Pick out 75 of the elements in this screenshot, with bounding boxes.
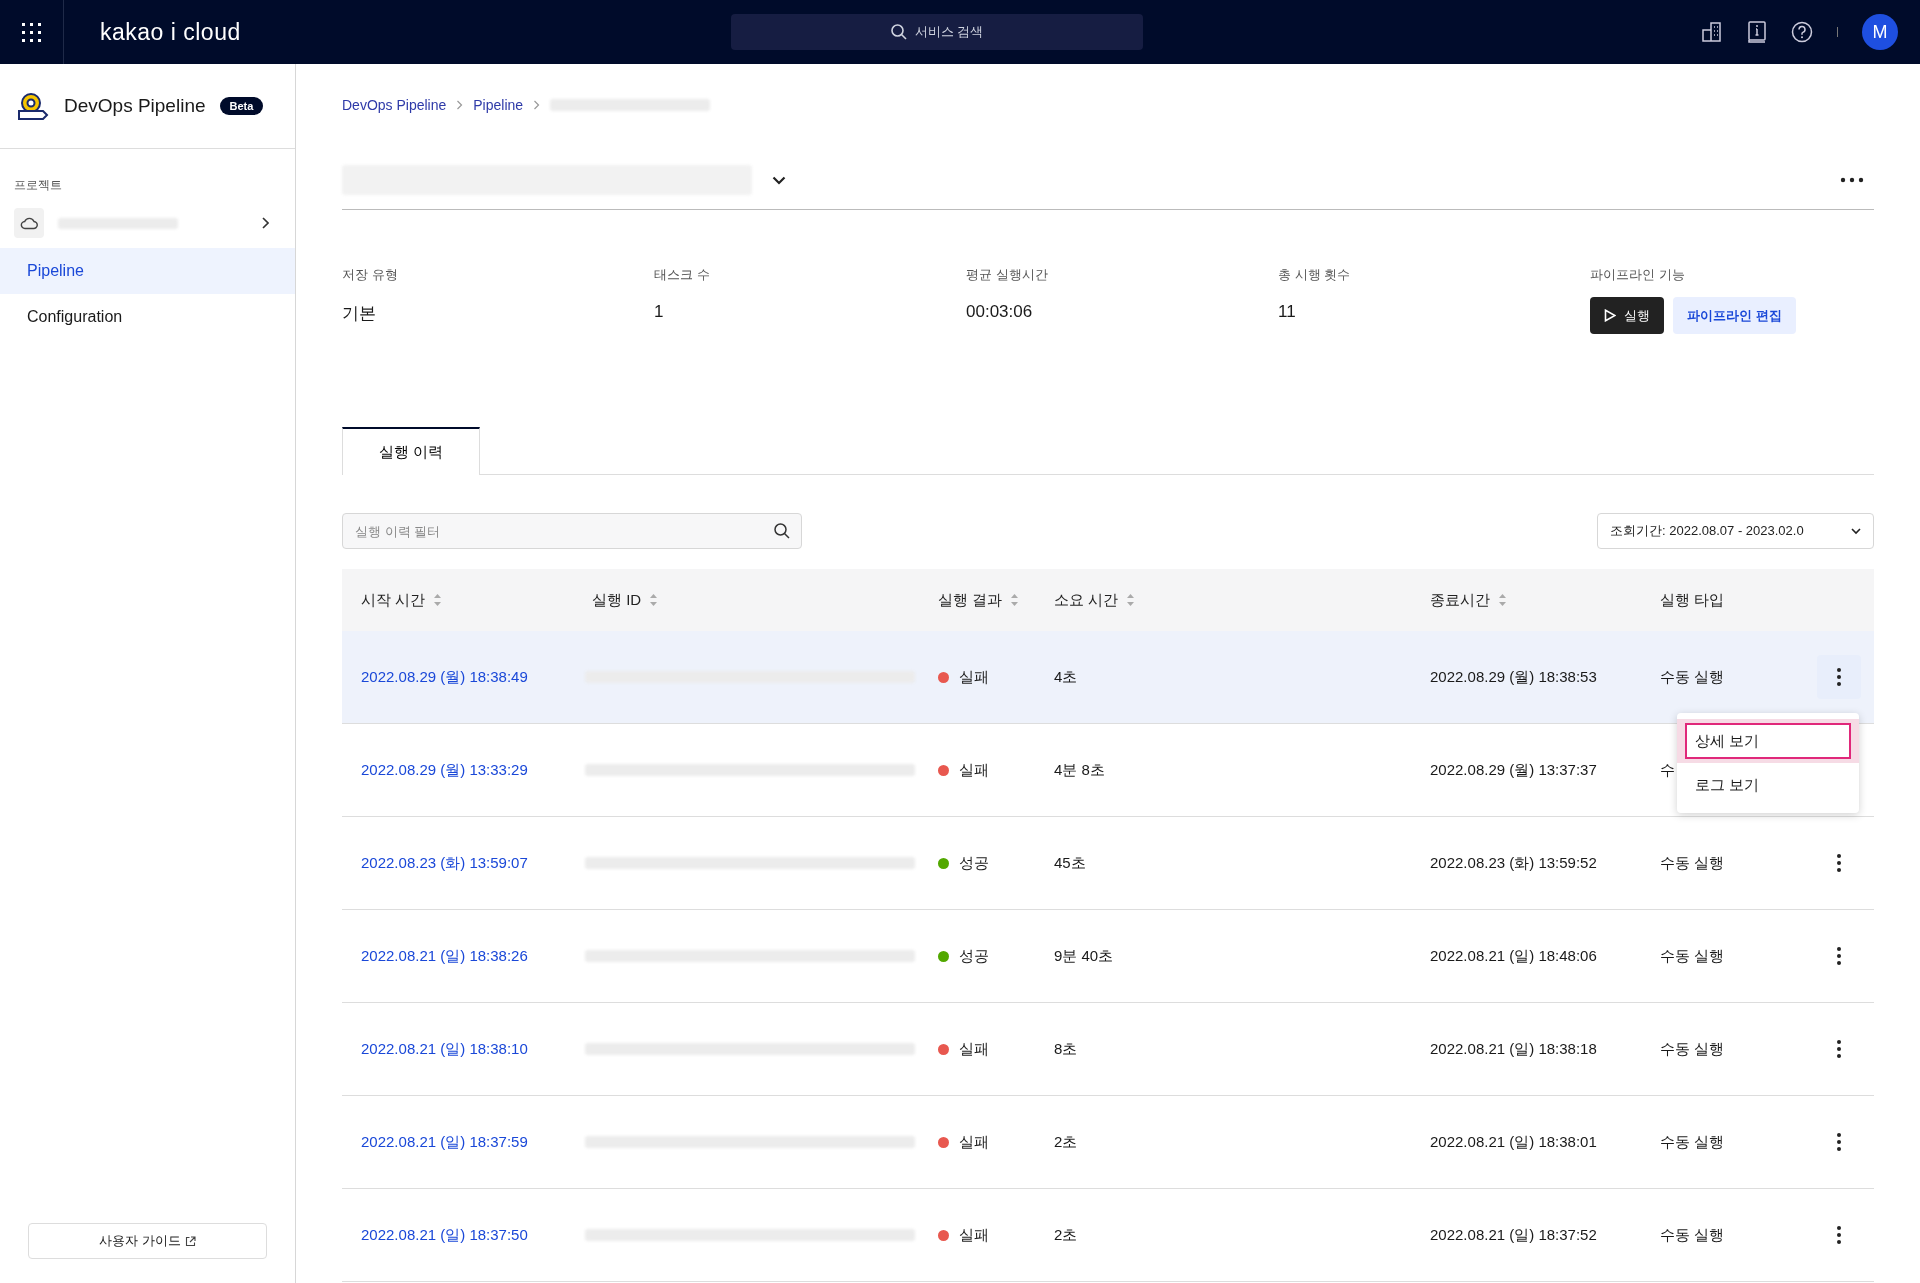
run-button[interactable]: 실행 — [1590, 297, 1664, 334]
result-text: 실패 — [959, 760, 989, 780]
sidebar-item[interactable]: Pipeline — [0, 248, 295, 294]
column-header: 종료시간 — [1430, 590, 1490, 610]
table-row[interactable]: 2022.08.21 (일) 18:38:26 성공 9분 40초 2022.08.21 (일) 18:48:06 수동 실행 — [342, 910, 1874, 1003]
table-cell: 수동 실행 — [1660, 1039, 1725, 1059]
stat-label: 파이프라인 기능 — [1590, 266, 1686, 284]
table-cell-text: 2초 — [1053, 1225, 1079, 1245]
table-cell: 수 — [1660, 760, 1675, 780]
start-time-link[interactable]: 2022.08.21 (일) 18:37:59 — [342, 1132, 573, 1152]
breadcrumb-link[interactable]: DevOps Pipeline — [342, 97, 447, 113]
table-row[interactable]: 2022.08.23 (화) 13:59:07 성공 45초 2022.08.23 (화) 13:59:52 수동 실행 — [342, 817, 1874, 910]
start-time-link[interactable]: 2022.08.23 (화) 13:59:07 — [342, 853, 573, 873]
stat-label: 평균 실행시간 — [966, 266, 1049, 284]
table-cell-text: 2초 — [1053, 1132, 1079, 1152]
result-text: 성공 — [959, 946, 989, 966]
stat-label: 태스크 수 — [654, 266, 711, 284]
table-cell: 수동 실행 — [1660, 1132, 1725, 1152]
start-time-link[interactable]: 2022.08.29 (월) 18:38:49 — [342, 667, 573, 687]
table-cell: 수동 실행 — [1660, 1225, 1725, 1245]
table-cell: 수동 실행 — [1660, 853, 1725, 873]
table-cell-text: 2022.08.21 (일) 18:37:52 — [1429, 1225, 1598, 1245]
column-header: 시작 시간 — [361, 590, 426, 610]
table-cell-text: 8초 — [1053, 1039, 1079, 1059]
column-header: 실행 타입 — [1660, 590, 1725, 610]
column-header: 실행 ID — [592, 590, 642, 610]
result-text: 성공 — [959, 853, 989, 873]
logo[interactable]: kakao i cloud — [100, 18, 241, 46]
start-time-link[interactable]: 2022.08.21 (일) 18:38:26 — [342, 946, 573, 966]
table-cell-text: 2022.08.21 (일) 18:38:18 — [1429, 1039, 1598, 1059]
table-row[interactable]: 2022.08.21 (일) 18:38:10 실패 8초 2022.08.21 (일) 18:38:18 수동 실행 — [342, 1003, 1874, 1096]
table-cell-text: 4분 8초 — [1053, 760, 1106, 780]
section-label: 프로젝트 — [14, 177, 63, 194]
user-avatar[interactable]: M — [1862, 14, 1898, 50]
user-guide-button[interactable]: 사용자 가이드 — [28, 1223, 267, 1259]
table-row[interactable]: 2022.08.21 (일) 18:37:50 실패 2초 2022.08.21 (일) 18:37:52 수동 실행 — [342, 1189, 1874, 1282]
result-text: 실패 — [959, 667, 989, 687]
stat-value: 1 — [654, 302, 665, 322]
table-cell-text: 2022.08.23 (화) 13:59:52 — [1429, 853, 1598, 873]
result-text: 실패 — [959, 1039, 989, 1059]
sidebar-item[interactable]: Configuration — [0, 294, 295, 340]
menu-item[interactable]: 상세 보기 — [1685, 723, 1851, 759]
service-title: DevOps Pipeline — [64, 95, 206, 117]
stat-value: 기본 — [342, 303, 377, 325]
breadcrumb-link[interactable]: Pipeline — [473, 97, 524, 113]
table-row[interactable]: 2022.08.21 (일) 18:37:59 실패 2초 2022.08.21 (일) 18:38:01 수동 실행 — [342, 1096, 1874, 1189]
table-cell: 수동 실행 — [1660, 667, 1725, 687]
table-cell: 수동 실행 — [1660, 946, 1725, 966]
start-time-link[interactable]: 2022.08.21 (일) 18:38:10 — [342, 1039, 573, 1059]
search-placeholder: 서비스 검색 — [914, 23, 984, 41]
stat-value: 11 — [1278, 302, 1297, 322]
result-text: 실패 — [959, 1225, 989, 1245]
period-dropdown[interactable]: 조회기간: 2022.08.07 - 2023.02.0 — [1597, 513, 1874, 549]
start-time-link[interactable]: 2022.08.29 (월) 13:33:29 — [342, 760, 573, 780]
stat-value: 00:03:06 — [966, 302, 1034, 322]
table-cell-text: 45초 — [1053, 853, 1087, 873]
table-row[interactable]: 2022.08.29 (월) 18:38:49 실패 4초 2022.08.29 (월) 18:38:53 수동 실행 — [342, 631, 1874, 724]
table-cell-text: 2022.08.21 (일) 18:48:06 — [1429, 946, 1598, 966]
beta-badge: Beta — [219, 97, 264, 115]
table-cell-text: 4초 — [1053, 667, 1079, 687]
tab[interactable]: 실행 이력 — [342, 427, 480, 475]
edit-button[interactable]: 파이프라인 편집 — [1673, 297, 1796, 334]
stat-label: 저장 유형 — [342, 266, 399, 284]
table-cell-text: 2022.08.29 (월) 13:37:37 — [1429, 760, 1598, 780]
column-header: 실행 결과 — [938, 590, 1003, 610]
table-cell-text: 2022.08.29 (월) 18:38:53 — [1429, 667, 1598, 687]
search-field[interactable]: 서비스 검색 — [731, 14, 1143, 50]
column-header: 소요 시간 — [1054, 590, 1119, 610]
table-cell-text: 9분 40초 — [1053, 946, 1115, 966]
result-text: 실패 — [959, 1132, 989, 1152]
filter-field[interactable]: 실행 이력 필터 — [342, 513, 802, 549]
stat-label: 총 시행 횟수 — [1278, 266, 1352, 284]
menu-item[interactable]: 로그 보기 — [1695, 763, 1859, 807]
start-time-link[interactable]: 2022.08.21 (일) 18:37:50 — [342, 1225, 573, 1245]
table-cell-text: 2022.08.21 (일) 18:38:01 — [1429, 1132, 1598, 1152]
